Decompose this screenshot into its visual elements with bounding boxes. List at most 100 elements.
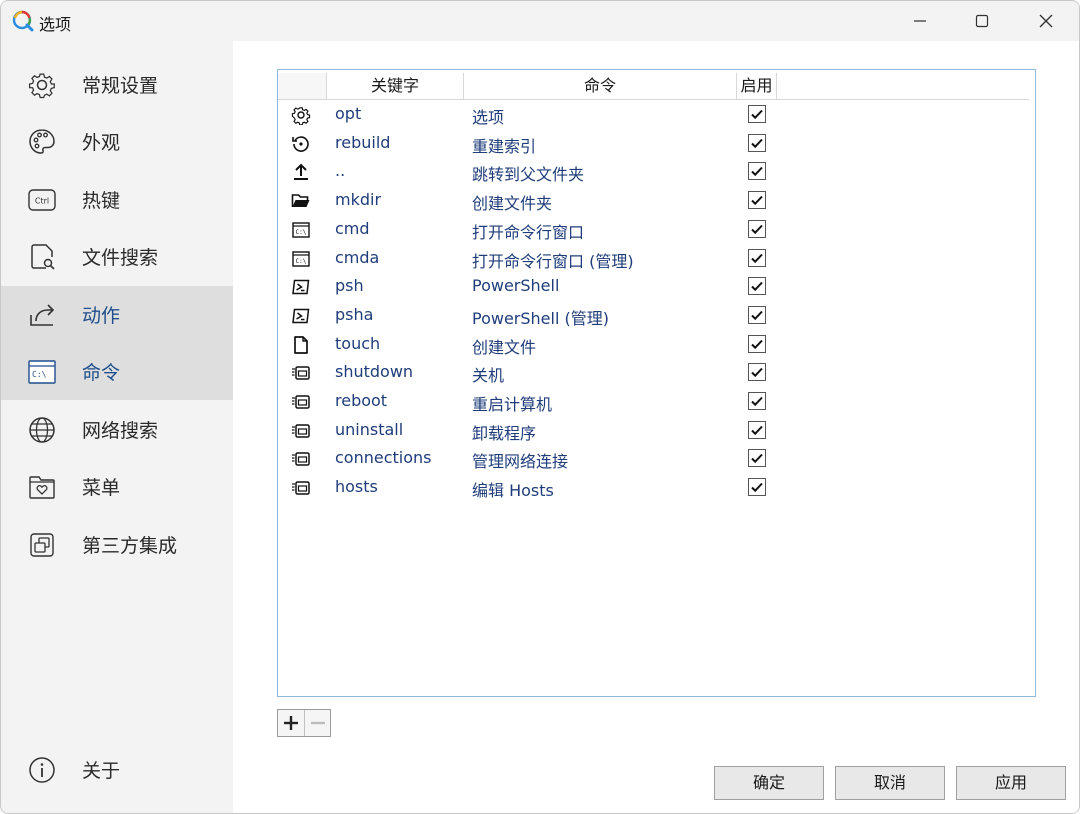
run-window-icon: [290, 362, 312, 384]
enabled-checkbox[interactable]: [748, 248, 766, 267]
table-row[interactable]: psha PowerShell (管理): [278, 301, 1035, 330]
checkmark-icon: [751, 253, 763, 263]
powershell-icon: [290, 305, 312, 327]
table-row[interactable]: psh PowerShell: [278, 272, 1035, 301]
integration-icon: [26, 529, 58, 561]
table-row[interactable]: C:\ cmda 打开命令行窗口 (管理): [278, 244, 1035, 273]
row-keyword: shutdown: [335, 362, 414, 382]
sidebar-item-menu[interactable]: 菜单: [1, 458, 233, 515]
apply-button[interactable]: 应用: [956, 766, 1066, 800]
sidebar-item-integration[interactable]: 第三方集成: [1, 516, 233, 573]
enabled-checkbox[interactable]: [748, 334, 766, 353]
svg-text:C:\: C:\: [296, 229, 307, 236]
row-command: 打开命令行窗口 (管理): [472, 251, 634, 271]
enabled-checkbox[interactable]: [748, 478, 766, 497]
sidebar-item-hotkeys[interactable]: Ctrl 热键: [1, 171, 233, 228]
row-keyword: reboot: [335, 391, 388, 410]
enabled-checkbox[interactable]: [748, 162, 766, 181]
header-command[interactable]: 命令: [464, 73, 737, 100]
cancel-button[interactable]: 取消: [835, 766, 945, 800]
maximize-button[interactable]: [951, 1, 1013, 41]
enabled-checkbox[interactable]: [748, 363, 766, 382]
enabled-checkbox[interactable]: [748, 219, 766, 238]
enabled-checkbox[interactable]: [748, 191, 766, 210]
console-icon: C:\: [26, 356, 58, 388]
enabled-checkbox[interactable]: [748, 305, 766, 324]
table-row[interactable]: .. 跳转到父文件夹: [278, 157, 1035, 186]
gear-icon: [290, 104, 312, 126]
table-row[interactable]: uninstall 卸载程序: [278, 416, 1035, 445]
checkmark-icon: [751, 425, 763, 435]
upload-arrow-icon: [290, 161, 312, 183]
enabled-checkbox[interactable]: [748, 105, 766, 123]
powershell-icon: [290, 276, 312, 298]
enabled-checkbox[interactable]: [748, 392, 766, 410]
row-command: 关机: [472, 366, 505, 386]
table-row[interactable]: opt 选项: [278, 100, 1035, 129]
checkmark-icon: [751, 368, 763, 378]
table-row[interactable]: shutdown 关机: [278, 358, 1035, 387]
plus-icon: [284, 716, 298, 730]
svg-text:C:\: C:\: [296, 258, 307, 265]
enabled-checkbox[interactable]: [748, 133, 766, 152]
row-command: 重启计算机: [472, 395, 553, 414]
run-window-icon: [290, 391, 312, 413]
enabled-checkbox[interactable]: [748, 449, 766, 468]
sidebar-item-web-search[interactable]: 网络搜索: [1, 401, 233, 458]
close-icon: [1039, 14, 1053, 28]
header-enabled[interactable]: 启用: [737, 73, 777, 100]
sidebar-item-file-search[interactable]: 文件搜索: [1, 228, 233, 285]
sidebar: 常规设置 外观 Ctrl 热键 文件搜索 动作 C:\ 命令 网络搜索 菜单 第…: [1, 41, 233, 813]
globe-icon: [26, 414, 58, 446]
checkmark-icon: [751, 109, 763, 120]
window-title: 选项: [39, 15, 72, 34]
commands-table[interactable]: 关键字 命令 启用 opt 选项 rebuild 重建索引.. 跳转到父文件夹 mkdir…: [277, 69, 1036, 697]
table-row[interactable]: connections 管理网络连接: [278, 444, 1035, 473]
header-icon-column: [278, 73, 327, 100]
minimize-icon: [914, 20, 926, 22]
row-command: 编辑 Hosts: [472, 481, 554, 501]
enabled-checkbox[interactable]: [748, 277, 766, 296]
svg-text:C:\: C:\: [32, 370, 47, 379]
sidebar-item-appearance[interactable]: 外观: [1, 113, 233, 170]
options-window: 选项 常规设置 外观 Ctrl 热键 文件搜索 动作 C:\ 命令 网络搜索 菜…: [0, 0, 1080, 814]
row-command: 跳转到父文件夹: [472, 165, 585, 185]
sidebar-item-about[interactable]: 关于: [1, 741, 233, 798]
close-button[interactable]: [1015, 1, 1077, 41]
row-keyword: ..: [335, 161, 346, 181]
remove-button[interactable]: [304, 710, 330, 736]
gear-icon: [26, 69, 58, 101]
row-keyword: hosts: [335, 477, 378, 497]
rebuild-icon: [290, 133, 312, 155]
table-row[interactable]: mkdir 创建文件夹: [278, 186, 1035, 215]
header-keyword[interactable]: 关键字: [327, 73, 464, 100]
sidebar-item-commands[interactable]: C:\ 命令: [1, 343, 233, 400]
file-icon: [290, 334, 312, 356]
share-arrow-icon: [26, 299, 58, 331]
add-button[interactable]: [278, 710, 304, 736]
table-row[interactable]: reboot 重启计算机: [278, 387, 1035, 416]
row-keyword: psh: [335, 276, 364, 296]
enabled-checkbox[interactable]: [748, 420, 766, 439]
table-row[interactable]: C:\ cmd 打开命令行窗口: [278, 215, 1035, 244]
row-keyword: connections: [335, 448, 432, 468]
row-command: PowerShell (管理): [472, 308, 609, 328]
checkmark-icon: [751, 195, 763, 206]
palette-icon: [26, 126, 58, 158]
table-row[interactable]: touch 创建文件: [278, 330, 1035, 359]
checkmark-icon: [751, 454, 763, 464]
folder-heart-icon: [26, 471, 58, 503]
minimize-button[interactable]: [889, 1, 951, 41]
file-search-icon: [26, 241, 58, 273]
table-row[interactable]: rebuild 重建索引: [278, 129, 1035, 158]
ok-button[interactable]: 确定: [714, 766, 824, 800]
table-row[interactable]: hosts 编辑 Hosts: [278, 473, 1035, 502]
app-logo-icon: [12, 10, 34, 32]
table-header: 关键字 命令 启用: [278, 70, 1035, 100]
checkmark-icon: [751, 396, 763, 407]
row-keyword: rebuild: [335, 132, 391, 152]
sidebar-item-general[interactable]: 常规设置: [1, 56, 233, 113]
sidebar-item-actions[interactable]: 动作: [1, 286, 233, 343]
header-filler: [777, 73, 1029, 100]
info-icon: [26, 754, 58, 786]
